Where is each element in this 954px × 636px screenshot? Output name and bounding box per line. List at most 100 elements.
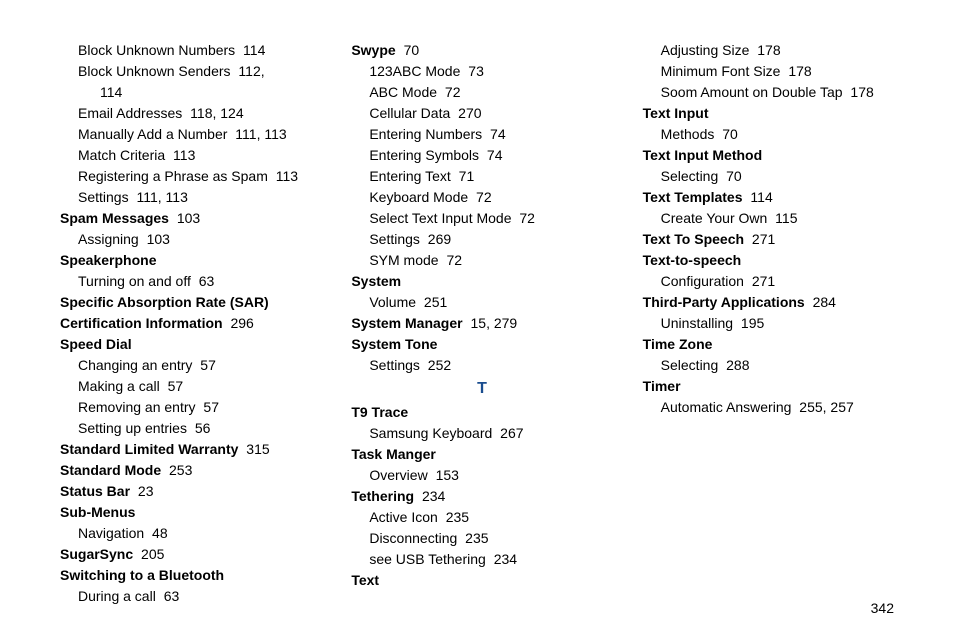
page-ref[interactable]: 111, 113 (231, 126, 286, 142)
index-entry: Specific Absorption Rate (SAR) (60, 292, 321, 313)
index-text: Email Addresses (78, 105, 182, 121)
page-ref[interactable]: 74 (486, 126, 505, 142)
index-entry: Text Input Method (643, 145, 904, 166)
index-entry: Samsung Keyboard 267 (369, 423, 612, 444)
page-ref[interactable]: 70 (722, 168, 741, 184)
page-ref[interactable]: 115 (771, 210, 797, 226)
page-ref[interactable]: 23 (134, 483, 153, 499)
page-ref[interactable]: 267 (496, 425, 523, 441)
index-text: Samsung Keyboard (369, 425, 492, 441)
index-term: T9 Trace (351, 404, 408, 420)
page-ref[interactable]: 72 (441, 84, 460, 100)
index-term: Switching to a Bluetooth (60, 567, 224, 583)
index-text: see USB Tethering (369, 551, 485, 567)
index-entry: ABC Mode 72 (369, 82, 612, 103)
page-ref[interactable]: 270 (454, 105, 481, 121)
page-ref[interactable]: 269 (424, 231, 451, 247)
page-ref[interactable]: 234 (418, 488, 445, 504)
page-ref[interactable]: 56 (191, 420, 210, 436)
page-ref[interactable]: 153 (432, 467, 459, 483)
index-term: Spam Messages (60, 210, 169, 226)
index-text: Settings (369, 231, 420, 247)
page-ref[interactable]: 57 (196, 357, 215, 373)
page-ref[interactable]: 57 (164, 378, 183, 394)
page-ref[interactable]: 114 (747, 189, 773, 205)
page-ref[interactable]: 63 (195, 273, 214, 289)
page-ref[interactable]: 253 (165, 462, 192, 478)
page-ref[interactable]: 73 (464, 63, 483, 79)
page-ref[interactable]: 57 (200, 399, 219, 415)
page-ref[interactable]: 114 (100, 84, 122, 100)
index-term: Timer (643, 378, 681, 394)
index-entry: Methods 70 (661, 124, 904, 145)
index-entry: Registering a Phrase as Spam 113 (78, 166, 321, 187)
page-ref[interactable]: 72 (516, 210, 535, 226)
page-ref[interactable]: 15, 279 (467, 315, 518, 331)
index-term: Sub-Menus (60, 504, 135, 520)
index-entry: Settings 269 (369, 229, 612, 250)
index-text: Volume (369, 294, 416, 310)
page-ref[interactable]: 178 (753, 42, 780, 58)
page-ref[interactable]: 235 (461, 530, 488, 546)
index-entry: Volume 251 (369, 292, 612, 313)
page-ref[interactable]: 284 (809, 294, 836, 310)
page-ref[interactable]: 205 (137, 546, 164, 562)
page-ref[interactable]: 70 (400, 42, 419, 58)
index-term: Certification Information (60, 315, 223, 331)
index-entry: Select Text Input Mode 72 (369, 208, 612, 229)
index-entry: Navigation 48 (78, 523, 321, 544)
index-text: Match Criteria (78, 147, 165, 163)
index-entry: Status Bar 23 (60, 481, 321, 502)
index-term: Swype (351, 42, 395, 58)
index-text: Selecting (661, 168, 719, 184)
page-ref[interactable]: 63 (160, 588, 179, 604)
index-text: Settings (369, 357, 420, 373)
page-ref[interactable]: 74 (483, 147, 502, 163)
page-ref[interactable]: 252 (424, 357, 451, 373)
page-ref[interactable]: 315 (242, 441, 269, 457)
page-ref[interactable]: 271 (748, 231, 775, 247)
index-entry: Automatic Answering 255, 257 (661, 397, 904, 418)
index-entry: Assigning 103 (78, 229, 321, 250)
page-ref[interactable]: 48 (148, 525, 167, 541)
page-ref[interactable]: 70 (718, 126, 737, 142)
index-text: During a call (78, 588, 156, 604)
index-entry: Active Icon 235 (369, 507, 612, 528)
page-ref[interactable]: 271 (748, 273, 775, 289)
page-ref[interactable]: 114 (239, 42, 265, 58)
index-column-1: Block Unknown Numbers 114Block Unknown S… (60, 40, 321, 544)
index-text: Soom Amount on Double Tap (661, 84, 843, 100)
page-ref[interactable]: 255, 257 (795, 399, 853, 415)
page-ref[interactable]: 234 (490, 551, 517, 567)
page-ref[interactable]: 72 (443, 252, 462, 268)
index-entry: Create Your Own 115 (661, 208, 904, 229)
page-ref[interactable]: 113 (272, 168, 298, 184)
index-text: Select Text Input Mode (369, 210, 511, 226)
page-ref[interactable]: 251 (420, 294, 447, 310)
page-ref[interactable]: 72 (472, 189, 491, 205)
page-ref[interactable]: 288 (722, 357, 749, 373)
page-ref[interactable]: 235 (442, 509, 469, 525)
page-ref[interactable]: 112, (235, 63, 265, 79)
index-entry: Minimum Font Size 178 (661, 61, 904, 82)
index-entry: Changing an entry 57 (78, 355, 321, 376)
page-ref[interactable]: 113 (169, 147, 195, 163)
page-ref[interactable]: 71 (455, 168, 474, 184)
index-entry: Entering Text 71 (369, 166, 612, 187)
index-text: Cellular Data (369, 105, 450, 121)
page-ref[interactable]: 178 (847, 84, 874, 100)
page-ref[interactable]: 103 (143, 231, 170, 247)
index-entry: SYM mode 72 (369, 250, 612, 271)
index-entry: Speakerphone (60, 250, 321, 271)
index-text: Create Your Own (661, 210, 768, 226)
page-ref[interactable]: 195 (737, 315, 764, 331)
index-text: Assigning (78, 231, 139, 247)
page-ref[interactable]: 118, 124 (186, 105, 243, 121)
index-entry: Text-to-speech (643, 250, 904, 271)
page-ref[interactable]: 296 (227, 315, 254, 331)
page-ref[interactable]: 103 (173, 210, 200, 226)
index-entry: Email Addresses 118, 124 (78, 103, 321, 124)
page-ref[interactable]: 178 (784, 63, 811, 79)
index-page: Block Unknown Numbers 114Block Unknown S… (0, 0, 954, 630)
page-ref[interactable]: 111, 113 (133, 189, 188, 205)
